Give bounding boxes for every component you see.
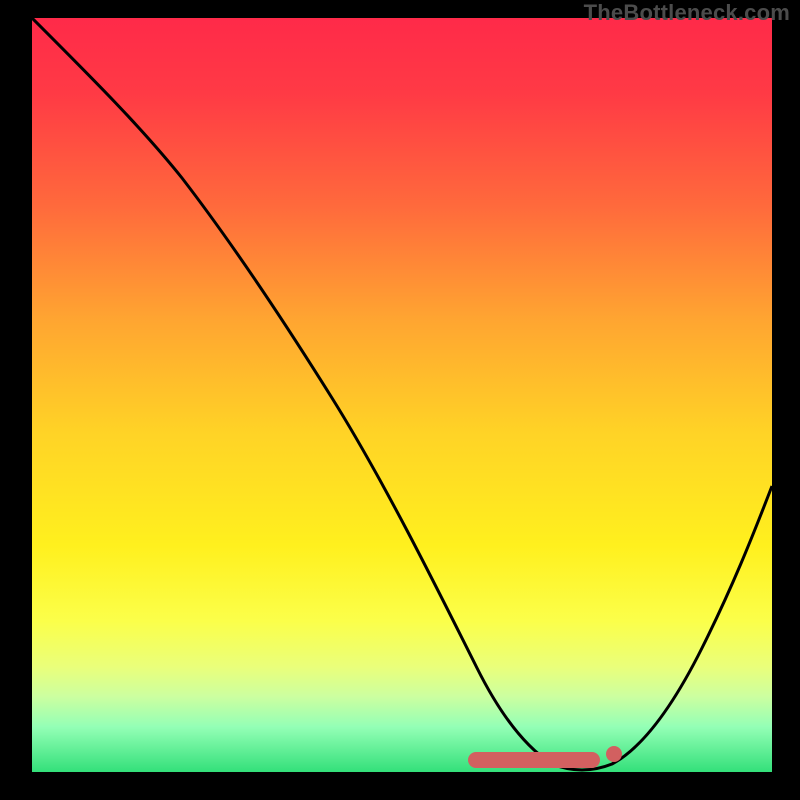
optimal-point-marker [606, 746, 622, 762]
curve-path [32, 18, 772, 770]
optimal-range-marker [468, 752, 600, 768]
chart-frame: TheBottleneck.com [0, 0, 800, 800]
plot-area [32, 18, 772, 772]
bottleneck-curve [32, 18, 772, 772]
attribution-text: TheBottleneck.com [584, 0, 790, 26]
